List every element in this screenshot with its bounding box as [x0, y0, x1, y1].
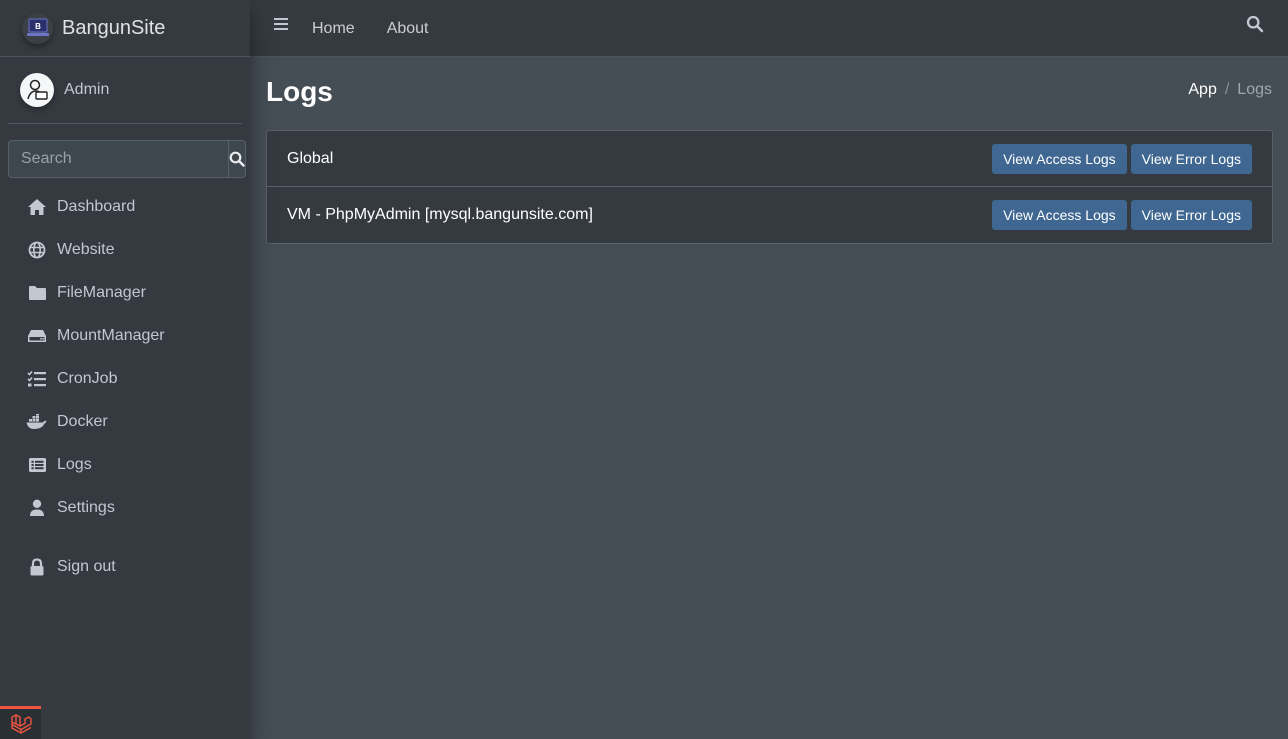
sidebar-item-website[interactable]: Website: [8, 228, 242, 271]
sidebar-item-label: Dashboard: [57, 197, 136, 215]
sidebar-item-docker[interactable]: Docker: [8, 400, 242, 443]
sidebar-item-label: MountManager: [57, 326, 165, 344]
navbar-search-button[interactable]: [1246, 15, 1266, 35]
sidebar-search-button[interactable]: [228, 140, 246, 178]
search-icon: [1246, 15, 1264, 33]
log-actions: View Access Logs View Error Logs: [992, 200, 1252, 230]
folder-icon: [26, 283, 48, 303]
view-access-logs-button[interactable]: View Access Logs: [992, 143, 1127, 174]
laravel-icon: [10, 714, 32, 734]
avatar: [20, 73, 54, 107]
sidebar-search: [8, 140, 246, 178]
sidebar-item-label: Settings: [57, 498, 115, 516]
brand-logo-icon: B: [22, 12, 53, 44]
tasks-icon: [26, 369, 48, 389]
sidebar-item-filemanager[interactable]: FileManager: [8, 271, 242, 314]
breadcrumb-app-link[interactable]: App: [1188, 81, 1216, 99]
view-error-logs-button[interactable]: View Error Logs: [1130, 200, 1252, 230]
view-error-logs-button[interactable]: View Error Logs: [1130, 143, 1252, 174]
sidebar-item-label: Logs: [57, 455, 92, 473]
docker-icon: [26, 412, 48, 432]
sidebar: B BangunSite Admin Dashboar: [0, 0, 250, 739]
sidebar-nav: Dashboard Website FileManager MountManag…: [8, 185, 242, 588]
sidebar-item-label: Docker: [57, 412, 108, 430]
sidebar-item-cronjob[interactable]: CronJob: [8, 357, 242, 400]
brand-link[interactable]: B BangunSite: [0, 0, 250, 57]
globe-icon: [26, 240, 48, 260]
laravel-debugbar-button[interactable]: [0, 706, 41, 739]
home-icon: [26, 197, 48, 217]
log-row-phpmyadmin: VM - PhpMyAdmin [mysql.bangunsite.com] V…: [267, 187, 1272, 243]
sidebar-search-input[interactable]: [8, 140, 228, 178]
lock-icon: [26, 557, 48, 577]
page-title: Logs: [266, 76, 333, 107]
sidebar-item-logs[interactable]: Logs: [8, 443, 242, 486]
user-icon: [26, 498, 48, 518]
sidebar-item-label: FileManager: [57, 283, 146, 301]
sidebar-item-settings[interactable]: Settings: [8, 486, 242, 529]
sidebar-item-mountmanager[interactable]: MountManager: [8, 314, 242, 357]
sidebar-toggle-button[interactable]: [250, 0, 312, 57]
nav-home-link[interactable]: Home: [312, 20, 355, 38]
user-panel[interactable]: Admin: [8, 57, 242, 124]
sidebar-item-signout[interactable]: Sign out: [8, 545, 242, 588]
brand-name: BangunSite: [62, 16, 166, 39]
user-name: Admin: [64, 81, 110, 98]
sidebar-item-label: Website: [57, 240, 115, 258]
brand-logo-letter: B: [35, 22, 41, 31]
search-icon: [229, 151, 245, 167]
list-alt-icon: [26, 455, 48, 475]
log-name: Global: [287, 149, 334, 167]
bars-icon: [274, 18, 288, 30]
hdd-icon: [26, 326, 48, 346]
log-row-global: Global View Access Logs View Error Logs: [267, 131, 1272, 187]
logs-card: Global View Access Logs View Error Logs …: [266, 130, 1273, 244]
top-navbar: Home About: [250, 0, 1288, 57]
breadcrumb: App / Logs: [1188, 81, 1272, 99]
sidebar-item-dashboard[interactable]: Dashboard: [8, 185, 242, 228]
sidebar-item-label: CronJob: [57, 369, 118, 387]
content-header: Logs App / Logs: [266, 72, 1272, 112]
view-access-logs-button[interactable]: View Access Logs: [992, 200, 1127, 230]
log-name: VM - PhpMyAdmin [mysql.bangunsite.com]: [287, 206, 593, 223]
log-actions: View Access Logs View Error Logs: [992, 143, 1252, 174]
sidebar-item-label: Sign out: [57, 557, 116, 575]
breadcrumb-separator: /: [1224, 81, 1230, 98]
nav-about-link[interactable]: About: [387, 20, 429, 38]
breadcrumb-current: Logs: [1237, 81, 1272, 98]
